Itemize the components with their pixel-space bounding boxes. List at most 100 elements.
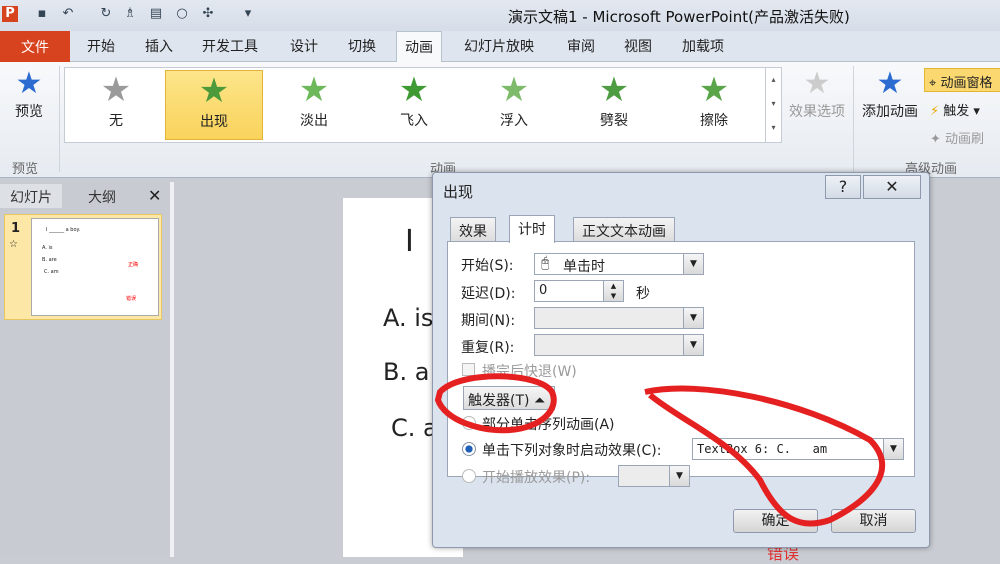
- radio-on-click-object[interactable]: [462, 442, 476, 456]
- animation-gallery: ★ 无 ★ 出现 ★ 淡出 ★ 飞入 ★ 浮入 ★ 劈裂 ★ 擦除 ▴ ▾ ▾: [64, 67, 782, 143]
- star-icon: ★: [298, 70, 330, 110]
- rewind-checkbox[interactable]: [462, 363, 475, 376]
- tab-view[interactable]: 视图: [624, 36, 652, 56]
- pointer-icon[interactable]: ✣: [200, 6, 216, 22]
- tab-insert[interactable]: 插入: [145, 36, 173, 56]
- tab-developer[interactable]: 开发工具: [202, 36, 258, 56]
- preview-button[interactable]: ★ 预览: [4, 66, 54, 121]
- chevron-down-icon: ▼: [683, 254, 703, 274]
- redo-icon[interactable]: ↻: [98, 6, 114, 22]
- slides-panel: 幻灯片 大纲 ✕ 1 ☆ I ______ a boy. A. is B. ar…: [0, 182, 170, 557]
- customize-toolbar-icon[interactable]: ▾: [240, 6, 256, 22]
- animation-fly-in[interactable]: ★ 飞入: [365, 70, 463, 140]
- animation-label: 擦除: [700, 113, 728, 129]
- animation-split[interactable]: ★ 劈裂: [565, 70, 663, 140]
- pane-icon: ⌖: [929, 76, 937, 91]
- animation-pane-button[interactable]: ⌖ 动画窗格: [924, 68, 1000, 92]
- triggers-button[interactable]: 触发器(T) ⏶: [463, 386, 555, 410]
- close-button[interactable]: ✕: [863, 175, 921, 199]
- tab-effect[interactable]: 效果: [450, 217, 496, 242]
- animation-label: 飞入: [400, 113, 428, 129]
- add-animation-label: 添加动画: [862, 104, 918, 120]
- tab-outline[interactable]: 大纲: [78, 184, 126, 208]
- help-button[interactable]: ?: [825, 175, 861, 199]
- animation-fade[interactable]: ★ 淡出: [265, 70, 363, 140]
- tab-text-animation[interactable]: 正文文本动画: [573, 217, 675, 242]
- cancel-button[interactable]: 取消: [831, 509, 916, 533]
- animation-appear[interactable]: ★ 出现: [165, 70, 263, 140]
- tab-file[interactable]: 文件: [0, 31, 70, 62]
- chevron-down-icon: ▼: [883, 439, 903, 459]
- repeat-label: 重复(R):: [461, 340, 515, 356]
- thumb-text: 错误: [126, 296, 137, 302]
- tab-animations[interactable]: 动画: [396, 31, 442, 63]
- ribbon-tabs: 文件 开始 插入 开发工具 设计 切换 动画 幻灯片放映 审阅 视图 加载项: [0, 31, 1000, 63]
- effect-options-label: 效果选项: [789, 104, 845, 120]
- slide-thumbnail[interactable]: 1 ☆ I ______ a boy. A. is B. are C. am 正…: [4, 214, 162, 320]
- radio-start-playing[interactable]: [462, 469, 476, 483]
- slide-text: C. a: [391, 414, 438, 442]
- thumb-text: A. is: [42, 245, 53, 251]
- chevron-down-icon: ▼: [683, 335, 703, 355]
- animation-label: 浮入: [500, 113, 528, 129]
- star-icon: ★: [598, 70, 630, 110]
- repeat-select[interactable]: ▼: [534, 334, 704, 356]
- tab-addins[interactable]: 加载项: [682, 36, 724, 56]
- tab-review[interactable]: 审阅: [567, 36, 595, 56]
- tab-home[interactable]: 开始: [87, 36, 115, 56]
- duration-select[interactable]: ▼: [534, 307, 704, 329]
- radio-start-playing-label: 开始播放效果(P):: [482, 470, 591, 486]
- animation-none[interactable]: ★ 无: [67, 70, 165, 140]
- ok-button[interactable]: 确定: [733, 509, 818, 533]
- preview-label: 预览: [15, 104, 43, 120]
- effect-options-button[interactable]: ★ 效果选项: [786, 66, 848, 121]
- group-preview-label: 预览: [12, 162, 39, 177]
- thumb-text: I ______ a boy.: [46, 227, 81, 233]
- bookmark-select[interactable]: ▼: [618, 465, 690, 487]
- collapse-icon: ⏶: [533, 393, 546, 409]
- paste-icon[interactable]: ▤: [148, 6, 164, 22]
- animation-painter-button[interactable]: ✦ 动画刷: [930, 128, 984, 147]
- star-icon: ★: [803, 66, 831, 101]
- star-icon: ★: [100, 70, 132, 110]
- save-icon[interactable]: ▪: [34, 6, 50, 22]
- slide-number: 1: [11, 221, 21, 236]
- tab-slideshow[interactable]: 幻灯片放映: [464, 36, 534, 56]
- animation-painter-label: 动画刷: [945, 132, 985, 147]
- thumb-text: 正确: [128, 262, 139, 268]
- slide-text: B. a: [383, 358, 430, 386]
- delay-value: 0: [539, 283, 548, 298]
- find-icon[interactable]: ♗: [122, 6, 138, 22]
- duration-label: 期间(N):: [461, 313, 516, 329]
- animation-float-in[interactable]: ★ 浮入: [465, 70, 563, 140]
- radio-sequence[interactable]: [462, 416, 476, 430]
- circle-icon[interactable]: ○: [174, 6, 190, 22]
- mouse-icon: 🖰: [541, 255, 550, 271]
- painter-icon: ✦: [930, 132, 941, 147]
- slide-text: I: [405, 224, 414, 259]
- triggers-label: 触发器(T): [468, 393, 530, 409]
- radio-sequence-label: 部分单击序列动画(A): [482, 417, 615, 433]
- tab-design[interactable]: 设计: [290, 36, 318, 56]
- close-panel-icon[interactable]: ✕: [148, 186, 161, 205]
- window-title: 演示文稿1 - Microsoft PowerPoint(产品激活失败): [508, 8, 850, 26]
- delay-input[interactable]: 0 ▲ ▼: [534, 280, 624, 302]
- ribbon: ★ 预览 预览 ★ 无 ★ 出现 ★ 淡出 ★ 飞入 ★ 浮入 ★ 劈裂 ★ 擦除 ▴ ▾ ▾ 动…: [0, 62, 1000, 178]
- delay-unit: 秒: [636, 286, 650, 302]
- chevron-down-icon: ▼: [683, 308, 703, 328]
- tab-transitions[interactable]: 切换: [348, 36, 376, 56]
- trigger-object-select[interactable]: TextBox 6: C. am ▼: [692, 438, 904, 460]
- add-star-icon: ★: [876, 66, 904, 101]
- animation-wipe[interactable]: ★ 擦除: [665, 70, 763, 140]
- slide-text: A. is: [383, 304, 434, 332]
- tab-slides[interactable]: 幻灯片: [0, 184, 62, 208]
- start-select[interactable]: 🖰 单击时 ▼: [534, 253, 704, 275]
- tab-timing[interactable]: 计时: [509, 215, 555, 243]
- undo-icon[interactable]: ↶: [60, 6, 76, 22]
- star-icon: ★: [15, 66, 43, 101]
- trigger-button[interactable]: ⚡ 触发 ▾: [930, 100, 980, 119]
- gallery-scrollbar[interactable]: ▴ ▾ ▾: [765, 68, 781, 142]
- add-animation-button[interactable]: ★ 添加动画: [858, 66, 922, 121]
- spinner-icon[interactable]: ▲ ▼: [603, 281, 623, 301]
- animation-pane-label: 动画窗格: [940, 76, 993, 91]
